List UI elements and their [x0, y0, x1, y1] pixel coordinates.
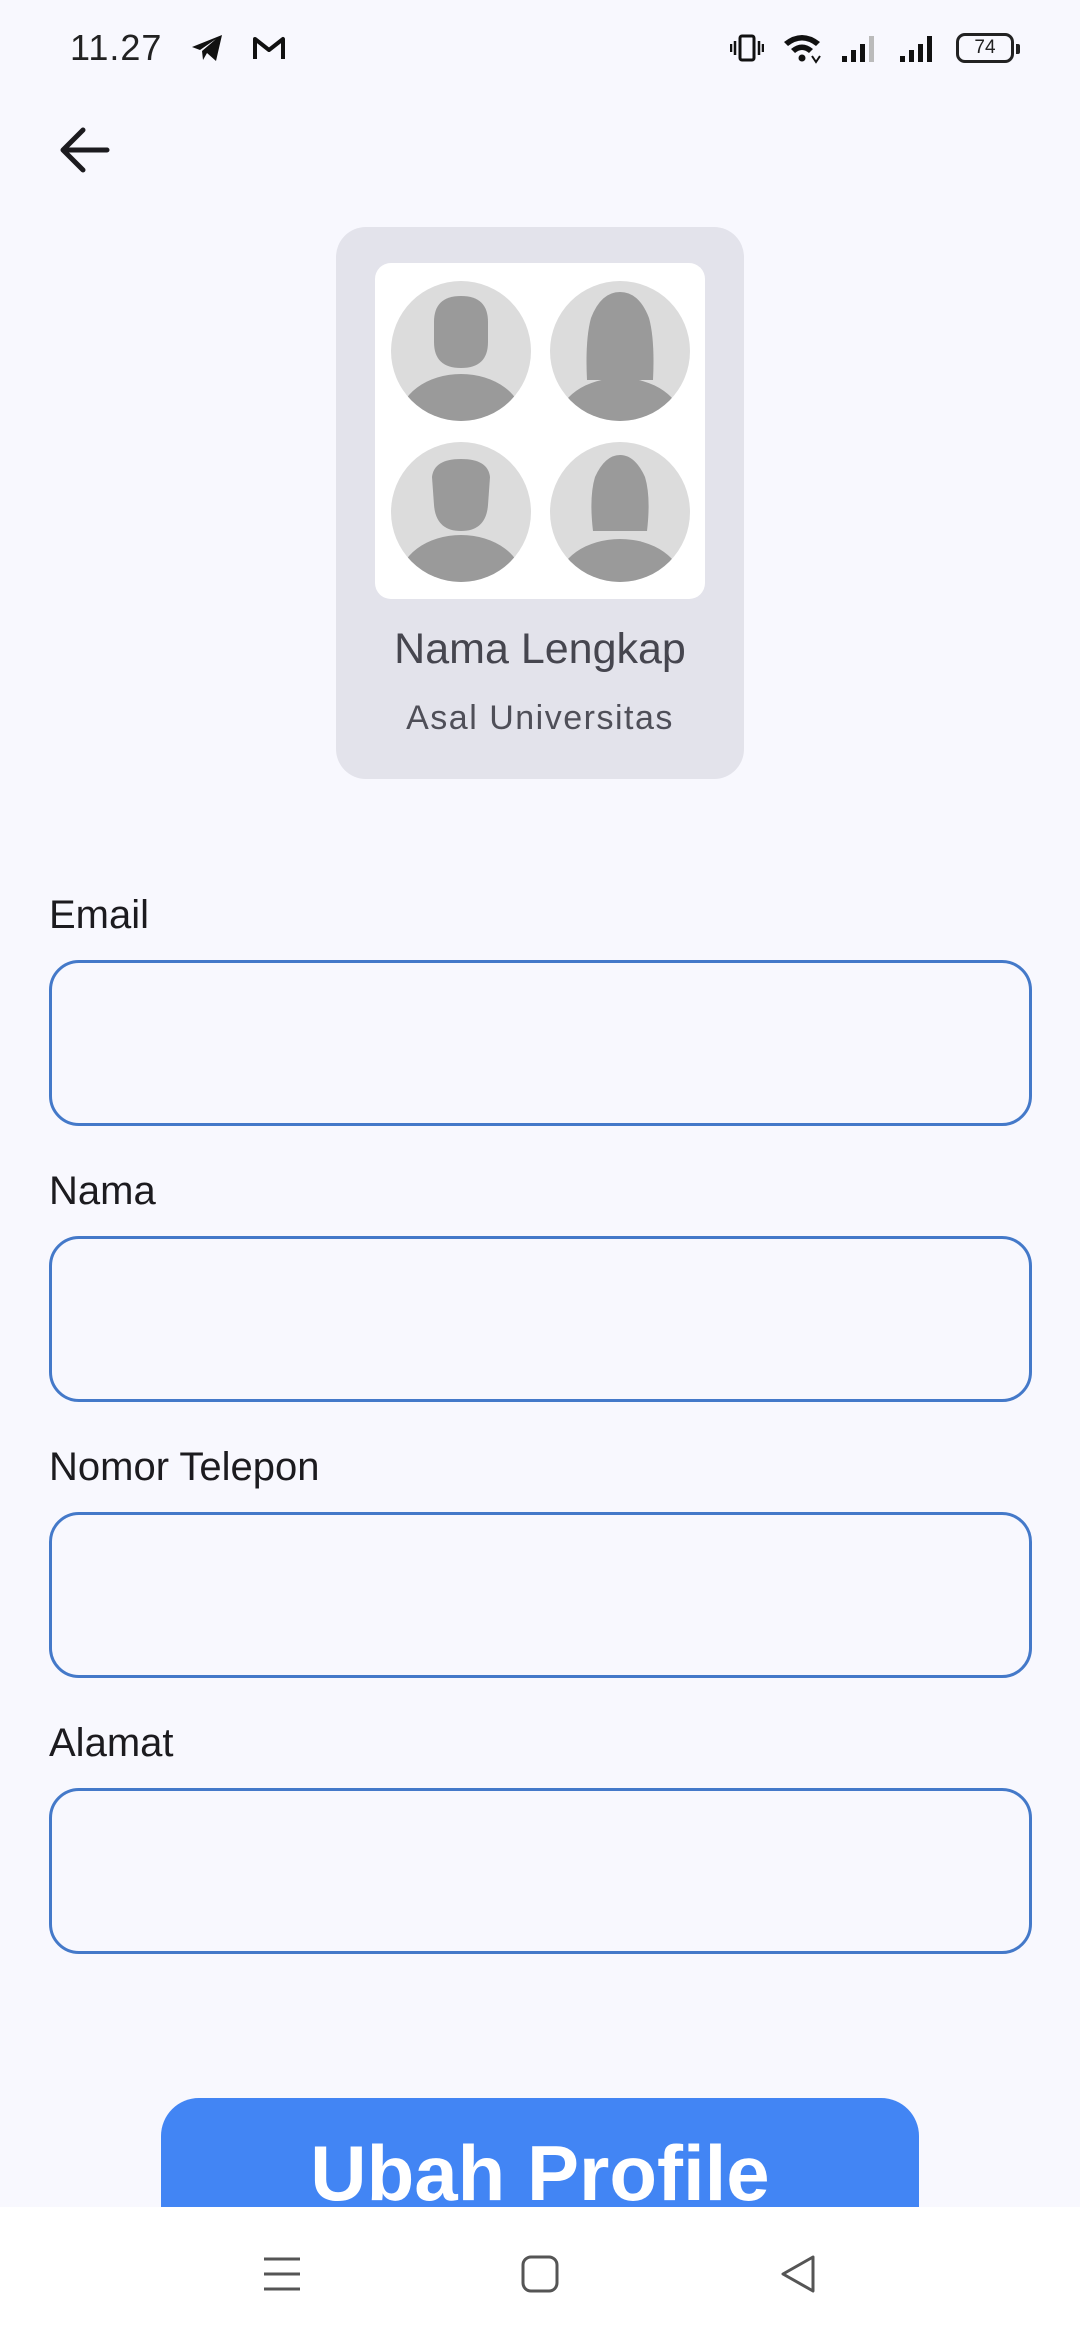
gmail-icon	[252, 35, 286, 61]
recent-apps-button[interactable]	[222, 2207, 342, 2340]
name-label: Nama	[49, 1169, 156, 1213]
menu-icon	[262, 2256, 302, 2292]
female-avatar-icon	[546, 273, 693, 428]
address-field[interactable]	[49, 1788, 1032, 1954]
name-field[interactable]	[49, 1236, 1032, 1402]
profile-card: Nama Lengkap Asal Universitas	[336, 227, 744, 779]
male-avatar-icon	[387, 434, 534, 589]
status-right: 74	[730, 32, 1020, 64]
signal-icon	[840, 32, 880, 64]
back-button[interactable]	[40, 106, 128, 194]
profile-university: Asal Universitas	[406, 699, 674, 737]
telegram-icon	[190, 33, 224, 63]
wifi-icon	[782, 32, 822, 64]
email-label: Email	[49, 893, 150, 937]
signal-icon	[898, 32, 938, 64]
back-triangle-icon	[779, 2254, 817, 2294]
male-avatar-icon	[387, 273, 534, 428]
navigation-bar	[0, 2207, 1080, 2340]
home-icon	[521, 2255, 559, 2293]
address-label: Alamat	[49, 1721, 174, 1765]
profile-avatar[interactable]	[375, 263, 705, 599]
status-bar: 11.27 74	[0, 0, 1080, 96]
phone-label: Nomor Telepon	[49, 1445, 320, 1489]
system-back-button[interactable]	[738, 2207, 858, 2340]
vibrate-icon	[730, 33, 764, 63]
battery-icon: 74	[956, 33, 1020, 63]
arrow-left-icon	[57, 126, 111, 174]
email-field[interactable]	[49, 960, 1032, 1126]
profile-name: Nama Lengkap	[394, 625, 686, 673]
status-time: 11.27	[70, 27, 163, 68]
home-button[interactable]	[480, 2207, 600, 2340]
phone-field[interactable]	[49, 1512, 1032, 1678]
status-left: 11.27	[70, 27, 286, 69]
female-avatar-icon	[546, 434, 693, 589]
